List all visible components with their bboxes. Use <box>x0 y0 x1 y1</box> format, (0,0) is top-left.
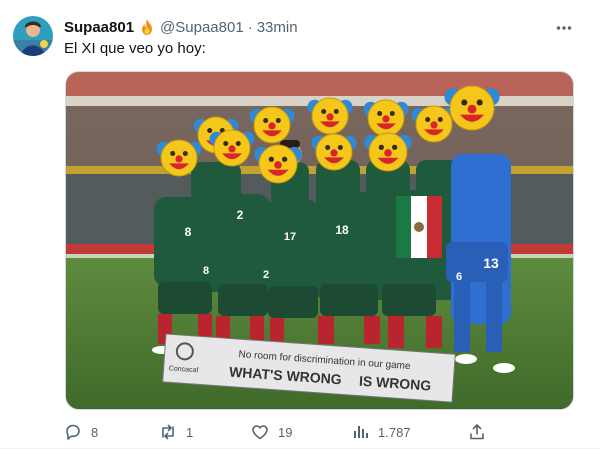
tweet-card: Supaa801 @Supaa801 · 33min El XI que veo… <box>0 0 600 449</box>
reply-icon <box>66 424 80 440</box>
more-button[interactable] <box>552 16 576 40</box>
reply-button[interactable]: 8 <box>64 420 98 444</box>
separator-dot: · <box>247 18 253 36</box>
jersey-number: 13 <box>483 255 499 271</box>
team-photo: 8 2 17 18 13 6 8 2 Concacaf No room for … <box>66 72 573 409</box>
more-icon <box>556 26 572 30</box>
views-chart-icon <box>354 426 368 438</box>
jersey-number: 8 <box>185 225 192 239</box>
views-count: 1.787 <box>378 424 411 440</box>
like-button[interactable]: 19 <box>251 420 292 444</box>
jersey-number: 2 <box>263 269 269 281</box>
tweet-header: Supaa801 @Supaa801 · 33min <box>64 17 298 37</box>
fire-icon <box>142 19 153 35</box>
timestamp[interactable]: 33min <box>257 19 298 36</box>
jersey-number: 18 <box>335 223 349 237</box>
display-name[interactable]: Supaa801 <box>64 19 134 36</box>
tweet-text: El XI que veo yo hoy: <box>64 40 206 57</box>
jersey-number: 17 <box>284 231 296 243</box>
retweet-icon <box>162 424 174 440</box>
jersey-number: 8 <box>203 265 209 277</box>
reply-count: 8 <box>91 424 99 440</box>
jersey-number: 6 <box>456 271 462 283</box>
retweet-count: 1 <box>186 424 194 440</box>
action-bar: 8 1 19 1.787 <box>64 420 494 444</box>
avatar[interactable] <box>13 16 53 56</box>
views-button[interactable]: 1.787 <box>351 420 411 444</box>
jersey-number: 2 <box>237 208 244 222</box>
share-icon <box>470 424 484 440</box>
retweet-button[interactable]: 1 <box>159 420 193 444</box>
tweet-media[interactable]: 8 2 17 18 13 6 8 2 Concacaf No room for … <box>65 71 574 410</box>
user-handle[interactable]: @Supaa801 <box>160 19 244 36</box>
share-button[interactable] <box>468 420 486 444</box>
like-count: 19 <box>278 424 293 440</box>
avatar-image <box>13 16 53 56</box>
heart-icon <box>252 425 268 440</box>
